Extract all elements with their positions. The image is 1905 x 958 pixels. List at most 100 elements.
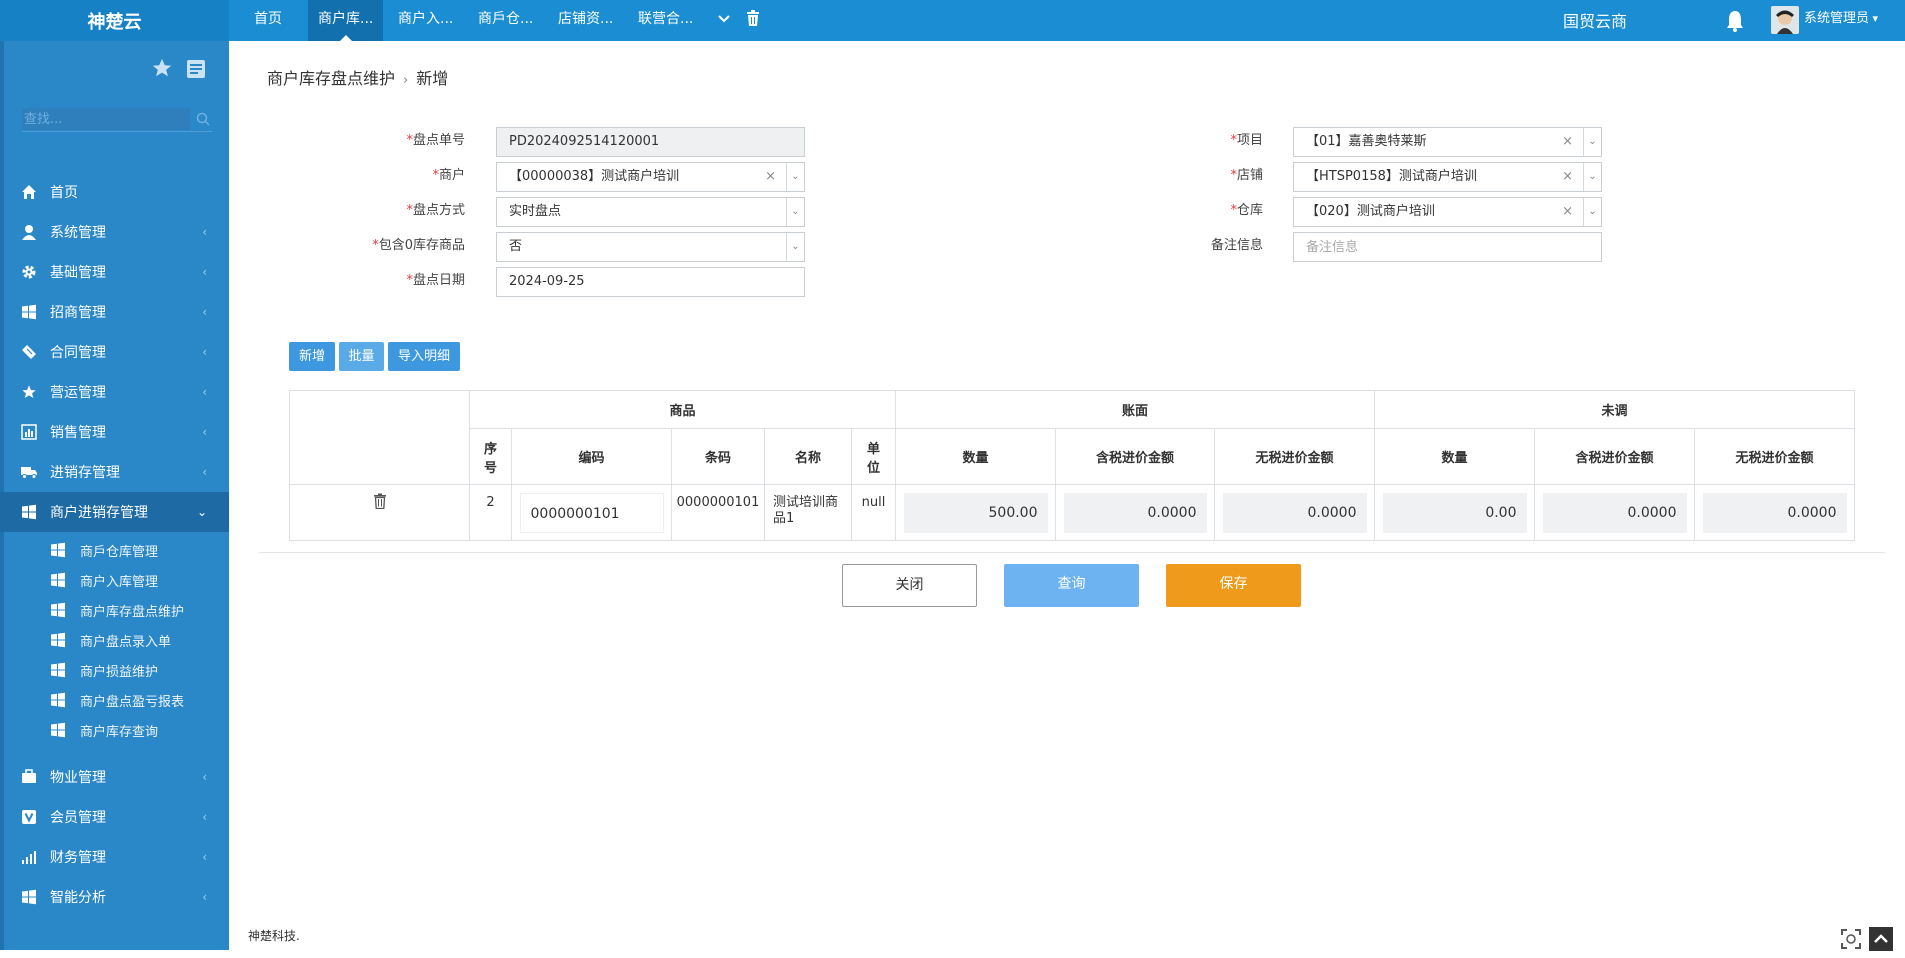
submenu-merchant-stocktake[interactable]: 商户库存盘点维护: [0, 595, 229, 625]
star-icon[interactable]: [151, 57, 173, 79]
submenu-label: 商户盘点录入单: [80, 634, 172, 650]
project-select[interactable]: 【01】嘉善奥特莱斯 × ⌄: [1293, 127, 1602, 157]
sidebar-item-label: 营运管理: [50, 385, 106, 401]
submenu-stock-query[interactable]: 商户库存查询: [0, 715, 229, 745]
sidebar-item-label: 招商管理: [50, 305, 106, 321]
group-header-product: 商品: [469, 390, 896, 429]
avatar[interactable]: [1771, 6, 1799, 34]
chevron-left-icon: ‹: [202, 345, 207, 359]
include-zero-select[interactable]: 否 ⌄: [496, 232, 805, 262]
windows-icon: [20, 888, 38, 906]
search-icon[interactable]: [196, 112, 210, 126]
tab-merchant-stocktake[interactable]: 商户库...: [308, 0, 384, 41]
count-method-select[interactable]: 实时盘点 ⌄: [496, 197, 805, 227]
sidebar-item-contract[interactable]: 合同管理 ‹: [0, 332, 229, 372]
tab-store-info[interactable]: 店铺资...: [548, 0, 623, 41]
cell-seq: 2: [469, 484, 512, 541]
clear-icon[interactable]: ×: [765, 163, 776, 191]
chevron-left-icon: ‹: [202, 465, 207, 479]
sidebar-item-leasing[interactable]: 招商管理 ‹: [0, 292, 229, 332]
chevron-down-icon[interactable]: ⌄: [1583, 163, 1601, 191]
windows-icon: [50, 602, 66, 618]
trash-icon[interactable]: [373, 493, 387, 513]
sidebar-item-home[interactable]: 首页: [0, 172, 229, 212]
tab-joint-contract[interactable]: 联营合...: [628, 0, 703, 41]
chevron-down-icon[interactable]: ⌄: [786, 163, 804, 191]
chevron-down-icon[interactable]: ⌄: [786, 233, 804, 261]
merchant-select[interactable]: 【00000038】测试商户培训 × ⌄: [496, 162, 805, 192]
tab-merchant-warehouse[interactable]: 商戶仓...: [468, 0, 543, 41]
cell-book-qty: 500.00: [895, 484, 1056, 541]
batch-button[interactable]: 批量: [339, 342, 384, 371]
tab-home[interactable]: 首页: [244, 0, 292, 41]
org-name: 国贸云商: [1563, 12, 1628, 31]
briefcase-icon: [20, 768, 38, 786]
cell-unit: null: [851, 484, 896, 541]
breadcrumb-parent[interactable]: 商户库存盘点维护: [267, 69, 395, 88]
sidebar-item-basic[interactable]: 基础管理 ‹: [0, 252, 229, 292]
sidebar-item-label: 财务管理: [50, 850, 106, 866]
import-detail-button[interactable]: 导入明细: [388, 342, 460, 371]
sidebar-item-property[interactable]: 物业管理 ‹: [0, 757, 229, 797]
bell-icon[interactable]: [1724, 9, 1746, 33]
tab-merchant-inbound[interactable]: 商户入...: [388, 0, 463, 41]
warehouse-select[interactable]: 【020】测试商户培训 × ⌄: [1293, 197, 1602, 227]
clear-icon[interactable]: ×: [1562, 163, 1573, 191]
sidebar-item-system[interactable]: 系统管理 ‹: [0, 212, 229, 252]
column-header-barcode: 条码: [671, 428, 765, 485]
sidebar-item-label: 商户进销存管理: [50, 505, 148, 521]
v-icon: [20, 808, 38, 826]
add-row-button[interactable]: 新增: [289, 342, 335, 371]
scroll-top-icon[interactable]: [1869, 927, 1893, 951]
chevron-down-icon[interactable]: ⌄: [1583, 198, 1601, 226]
count-date-field[interactable]: 2024-09-25: [496, 267, 805, 297]
submenu-stocktake-report[interactable]: 商户盘点盈亏报表: [0, 685, 229, 715]
fullscreen-icon[interactable]: [1840, 928, 1862, 950]
detail-table: 商品 账面 未调 序号 编码 条码 名称 单位 数量 含税进价金额 无税进价金额…: [289, 390, 1855, 541]
sidebar-item-member[interactable]: 会员管理 ‹: [0, 797, 229, 837]
clear-icon[interactable]: ×: [1562, 198, 1573, 226]
cell-adj-qty: 0.00: [1374, 484, 1535, 541]
sidebar-item-inventory[interactable]: 进销存管理 ‹: [0, 452, 229, 492]
sidebar-item-label: 销售管理: [50, 425, 106, 441]
sidebar-item-operations[interactable]: 营运管理 ‹: [0, 372, 229, 412]
submenu-merchant-inbound[interactable]: 商户入库管理: [0, 565, 229, 595]
sidebar-search-input[interactable]: [22, 108, 190, 130]
clear-icon[interactable]: ×: [1562, 128, 1573, 156]
chevron-left-icon: ‹: [202, 810, 207, 824]
sidebar-item-sales[interactable]: 销售管理 ‹: [0, 412, 229, 452]
column-header-unit: 单位: [851, 428, 896, 485]
app-brand[interactable]: 神楚云: [0, 0, 229, 41]
document-icon[interactable]: [186, 59, 206, 79]
ticket-icon: [20, 343, 38, 361]
query-button[interactable]: 查询: [1004, 564, 1139, 607]
sidebar-item-analytics[interactable]: 智能分析 ‹: [0, 877, 229, 917]
close-button[interactable]: 关闭: [842, 564, 977, 607]
save-button[interactable]: 保存: [1166, 564, 1301, 607]
user-menu[interactable]: 系统管理员: [1804, 0, 1878, 38]
remarks-input[interactable]: [1306, 234, 1601, 261]
sidebar-item-finance[interactable]: 财务管理 ‹: [0, 837, 229, 877]
submenu-stocktake-entry[interactable]: 商户盘点录入单: [0, 625, 229, 655]
submenu-merchant-warehouse[interactable]: 商戶仓库管理: [0, 535, 229, 565]
signal-icon: [20, 848, 38, 866]
gear-icon: [20, 263, 38, 281]
chevron-down-icon[interactable]: [717, 12, 731, 26]
windows-icon: [50, 572, 66, 588]
main-content: 商户库存盘点维护 › 新增 *盘点单号 *商户 *盘点方式 *包含0库存商品 *盘点…: [229, 41, 1905, 951]
sidebar-item-merchant-inventory[interactable]: 商户进销存管理 ⌄: [0, 492, 229, 532]
submenu-profit-loss[interactable]: 商户损益维护: [0, 655, 229, 685]
label-count-method: *盘点方式: [406, 203, 465, 218]
trash-icon[interactable]: [746, 10, 760, 26]
cell-code: 0000000101: [511, 484, 672, 541]
count-no-field: PD2024092514120001: [496, 127, 805, 157]
label-remarks: 备注信息: [1210, 238, 1263, 253]
chevron-down-icon[interactable]: ⌄: [786, 198, 804, 226]
code-input[interactable]: 0000000101: [519, 492, 664, 533]
sidebar-item-label: 智能分析: [50, 890, 106, 906]
table-row: 2 0000000101 0000000101 测试培训商品1 null 500…: [289, 484, 1855, 541]
chart-icon: [20, 423, 38, 441]
label-merchant: *商户: [432, 168, 465, 183]
store-select[interactable]: 【HTSP0158】测试商户培训 × ⌄: [1293, 162, 1602, 192]
chevron-down-icon[interactable]: ⌄: [1583, 128, 1601, 156]
